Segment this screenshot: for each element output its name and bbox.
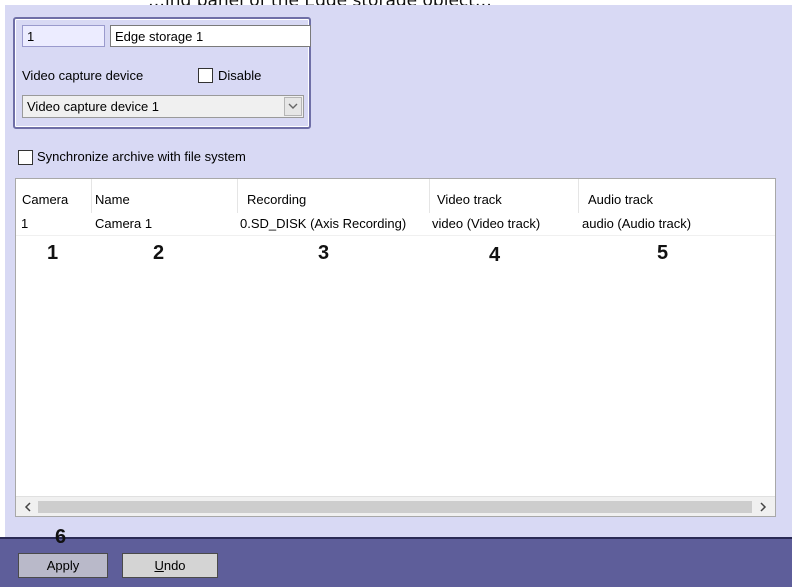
cell-recording: 0.SD_DISK (Axis Recording) — [240, 216, 407, 231]
cell-name: Camera 1 — [95, 216, 153, 231]
marker-5: 5 — [657, 242, 669, 264]
marker-3: 3 — [318, 242, 330, 264]
undo-mnemonic: U — [154, 558, 164, 573]
horizontal-scrollbar[interactable] — [16, 496, 775, 516]
video-capture-select[interactable]: Video capture device 1 — [22, 95, 304, 118]
undo-label: ndo — [163, 558, 186, 573]
table-row[interactable]: 1 Camera 1 0.SD_DISK (Axis Recording) vi… — [16, 213, 775, 235]
scroll-right-icon[interactable] — [754, 498, 772, 516]
bottom-bar — [0, 537, 792, 587]
marker-6: 6 — [55, 526, 67, 548]
disable-label[interactable]: Disable — [218, 68, 261, 83]
sync-label[interactable]: Synchronize archive with file system — [37, 149, 246, 164]
table-header: Camera Name Recording Video track Audio … — [16, 179, 775, 213]
column-header-name[interactable]: Name — [95, 192, 130, 207]
video-capture-select-value: Video capture device 1 — [27, 99, 160, 114]
apply-button[interactable]: Apply — [18, 553, 108, 578]
cell-camera: 1 — [21, 216, 29, 231]
marker-4: 4 — [489, 244, 501, 266]
video-capture-label: Video capture device — [22, 68, 144, 83]
column-header-recording[interactable]: Recording — [247, 192, 306, 207]
chevron-down-icon[interactable] — [284, 97, 302, 116]
column-header-video-track[interactable]: Video track — [437, 192, 502, 207]
object-name-field[interactable]: Edge storage 1 — [110, 25, 311, 47]
object-id-field[interactable]: 1 — [22, 25, 105, 47]
scroll-left-icon[interactable] — [18, 498, 36, 516]
cell-video-track: video (Video track) — [432, 216, 541, 231]
column-header-camera[interactable]: Camera — [22, 192, 68, 207]
object-group: 1 Edge storage 1 Video capture device Di… — [13, 17, 311, 129]
marker-1: 1 — [47, 242, 59, 264]
marker-2: 2 — [153, 242, 165, 264]
cell-audio-track: audio (Audio track) — [582, 216, 692, 231]
camera-table: Camera Name Recording Video track Audio … — [15, 178, 776, 517]
sync-checkbox[interactable] — [18, 150, 33, 165]
column-header-audio-track[interactable]: Audio track — [588, 192, 653, 207]
disable-checkbox[interactable] — [198, 68, 213, 83]
scrollbar-thumb[interactable] — [38, 501, 752, 513]
settings-panel: 1 Edge storage 1 Video capture device Di… — [5, 5, 792, 587]
undo-button[interactable]: Undo — [122, 553, 218, 578]
